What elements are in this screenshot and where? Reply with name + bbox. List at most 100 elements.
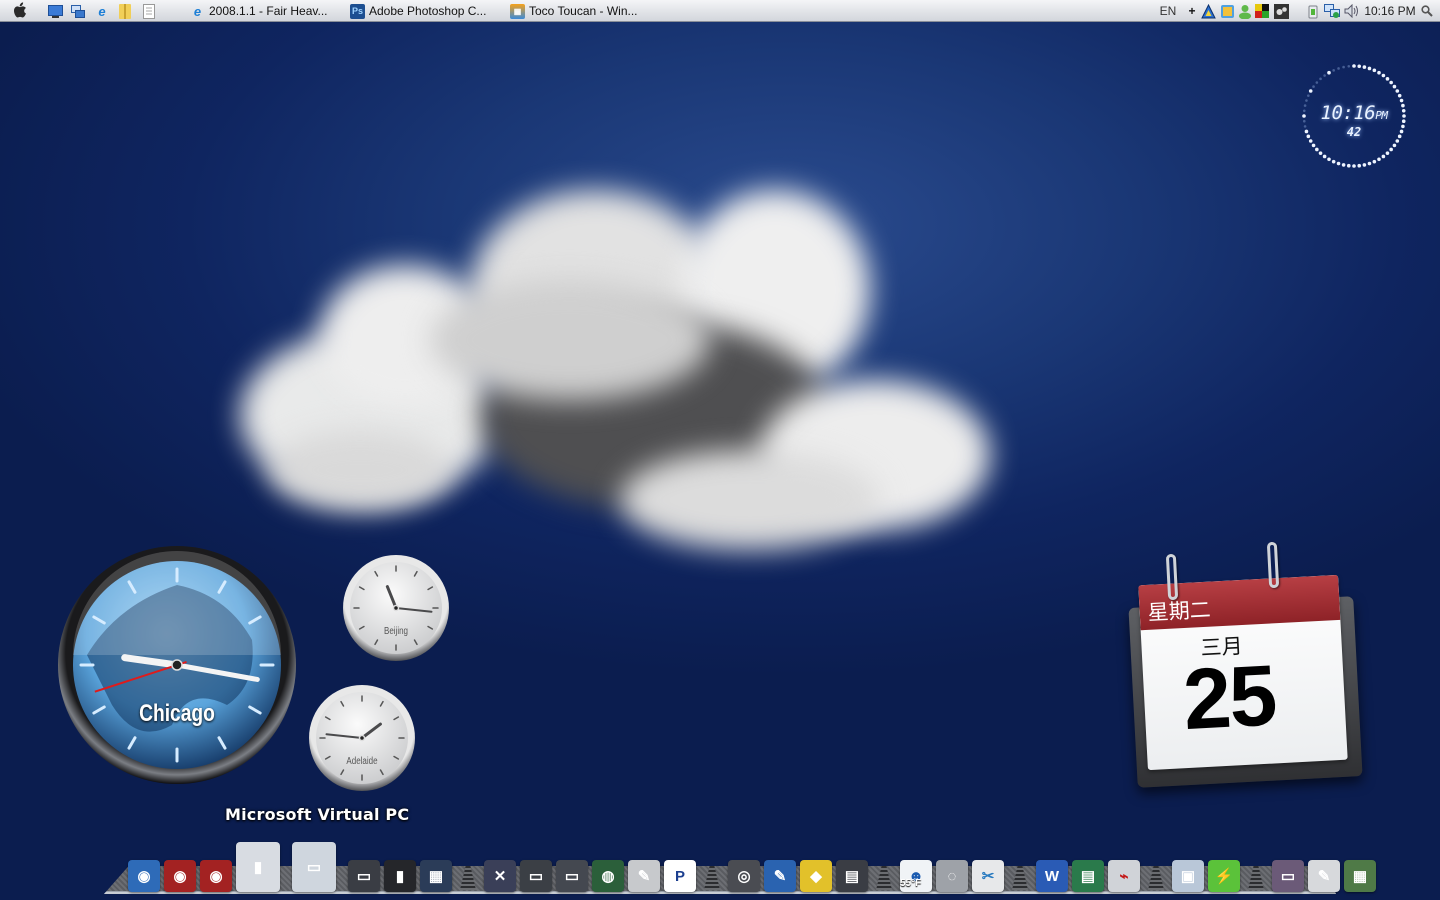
dock-item-photo-viewer[interactable]: ▭: [1272, 858, 1304, 892]
dock-item-paint-app[interactable]: ✎: [764, 858, 796, 892]
show-desktop-icon[interactable]: [47, 3, 63, 19]
switch-windows-icon[interactable]: [70, 3, 86, 19]
gears-icon[interactable]: [1273, 3, 1289, 19]
seconds-dot: [1336, 161, 1341, 166]
seconds-dot: [1332, 69, 1335, 72]
dock-item-network-drive-blue[interactable]: ◉: [128, 858, 160, 892]
seconds-dot: [1318, 151, 1323, 155]
start-button[interactable]: [13, 2, 29, 19]
dock-item-acrobat-app[interactable]: ⌁: [1108, 858, 1140, 892]
p-app-icon: P: [664, 860, 696, 892]
seconds-dot: [1397, 93, 1402, 98]
dock-item-monitor-app-2[interactable]: ▭: [556, 858, 588, 892]
seconds-dot: [1367, 161, 1372, 166]
clock-hub: [171, 659, 183, 671]
map-app-icon: ▦: [1344, 860, 1376, 892]
dock-item-server-rack[interactable]: ▮: [384, 858, 416, 892]
glass-glare: [73, 551, 281, 655]
power-plug-icon[interactable]: [1305, 3, 1321, 19]
clock-city-label: Adelaide: [346, 756, 378, 767]
language-indicator[interactable]: EN: [1158, 3, 1178, 19]
clock-widget-chicago[interactable]: Chicago: [57, 545, 297, 785]
task-button-browser[interactable]: e 2008.1.1 - Fair Heav...: [190, 3, 328, 19]
seconds-dot: [1392, 84, 1397, 89]
dock-item-p-app[interactable]: P: [664, 858, 696, 892]
pencil-app-icon: ✎: [628, 860, 660, 892]
clock-widget-beijing[interactable]: Beijing: [342, 554, 450, 662]
paint-app-icon: ✎: [764, 860, 796, 892]
seconds-dot: [1392, 143, 1397, 148]
photo-gallery-icon[interactable]: [1219, 3, 1235, 19]
dock-item-scissors-app[interactable]: ✂: [972, 858, 1004, 892]
dock-item-display-monitors[interactable]: ▭: [348, 858, 380, 892]
dock-item-system-tools[interactable]: ✕: [484, 858, 516, 892]
network-connection-icon[interactable]: [1323, 3, 1341, 19]
dock-item-globe-app[interactable]: ◍: [592, 858, 624, 892]
magnifier-icon[interactable]: [1420, 3, 1434, 19]
calendar-widget[interactable]: 星期二 三月 25: [1125, 540, 1365, 790]
color-blocks-icon[interactable]: [1254, 3, 1270, 19]
dock-item-weather-app[interactable]: ◌: [936, 858, 968, 892]
seconds-dot: [1311, 143, 1316, 148]
internet-explorer-icon[interactable]: e: [94, 3, 110, 19]
seconds-dot: [1362, 65, 1367, 69]
task-button-toucan[interactable]: ▦ Toco Toucan - Win...: [510, 3, 638, 19]
windows-live-icon: ▦: [510, 3, 525, 19]
tray-clock[interactable]: 10:16 PM: [1360, 3, 1420, 19]
dock-item-map-app[interactable]: ▦: [1344, 858, 1376, 892]
calendar-page: 星期二 三月 25: [1138, 574, 1348, 771]
tools-app-icon: ▤: [836, 860, 868, 892]
dock-item-virtual-pc-towers[interactable]: ▮: [236, 840, 280, 892]
dock-item-memory-chip[interactable]: ▦: [420, 858, 452, 892]
seconds-dot: [1362, 163, 1367, 167]
dock-item-monitor-app[interactable]: ▭: [520, 858, 552, 892]
seconds-dot: [1327, 70, 1331, 75]
dock-item-network-drive-red[interactable]: ◉: [164, 858, 196, 892]
dock-item-pencil-app[interactable]: ✎: [628, 858, 660, 892]
taskbar:  e e 2008.1.1 - Fair Heav... Ps Adobe P…: [0, 0, 1440, 22]
photo-viewer-icon: ▭: [1272, 860, 1304, 892]
network-drive-blue-icon: ◉: [128, 860, 160, 892]
network-drive-red-2-icon: ◉: [200, 860, 232, 892]
road-sign-app-icon: ◆: [800, 860, 832, 892]
dock-item-tools-app[interactable]: ▤: [836, 858, 868, 892]
binder-ring-icon: [1165, 553, 1179, 601]
digital-clock-time: 10:16PM: [1320, 102, 1388, 124]
folder-icon[interactable]: [117, 3, 133, 19]
add-icon[interactable]: +: [1186, 3, 1198, 19]
digital-clock-widget[interactable]: 10:16PM 42: [1298, 60, 1410, 172]
document-icon[interactable]: [141, 3, 157, 19]
messenger-user-icon[interactable]: [1237, 3, 1253, 19]
dock-item-film-reel-app[interactable]: ◎: [728, 858, 760, 892]
dock-item-virtual-pc-monitors[interactable]: ▭: [292, 840, 336, 892]
wallpaper-cloud: [180, 170, 1030, 570]
dock-item-excel-publisher-app[interactable]: ▤: [1072, 858, 1104, 892]
dock-item-road-sign-app[interactable]: ◆: [800, 858, 832, 892]
task-label: Toco Toucan - Win...: [529, 4, 638, 18]
photoshop-icon: Ps: [350, 3, 365, 19]
dock-hover-label: Microsoft Virtual PC: [225, 805, 410, 824]
dock-item-network-drive-red-2[interactable]: ◉: [200, 858, 232, 892]
dock-item-battery-app[interactable]: ⚡: [1208, 858, 1240, 892]
binder-ring-icon: [1266, 541, 1280, 589]
virtual-pc-towers-icon: ▮: [236, 842, 280, 892]
seconds-dot: [1372, 159, 1377, 164]
seconds-dot: [1341, 163, 1346, 167]
virtual-pc-monitors-icon: ▭: [292, 842, 336, 892]
dock-item-tools-pencil[interactable]: ✎: [1308, 858, 1340, 892]
task-label: Adobe Photoshop C...: [369, 4, 487, 18]
clock-widget-adelaide[interactable]: Adelaide: [308, 684, 416, 792]
film-reel-app-icon: ◎: [728, 860, 760, 892]
dock-item-installer-box[interactable]: ▣: [1172, 858, 1204, 892]
seconds-dot: [1357, 64, 1362, 69]
seconds-dot: [1342, 65, 1345, 69]
dock-item-word-app[interactable]: W: [1036, 858, 1068, 892]
seconds-dot: [1323, 74, 1326, 77]
task-button-photoshop[interactable]: Ps Adobe Photoshop C...: [350, 3, 486, 19]
installer-box-icon: ▣: [1172, 860, 1204, 892]
network-drive-red-icon: ◉: [164, 860, 196, 892]
network-app-icon[interactable]: [1200, 3, 1216, 19]
volume-icon[interactable]: [1343, 3, 1359, 19]
word-app-icon: W: [1036, 860, 1068, 892]
tools-pencil-icon: ✎: [1308, 860, 1340, 892]
